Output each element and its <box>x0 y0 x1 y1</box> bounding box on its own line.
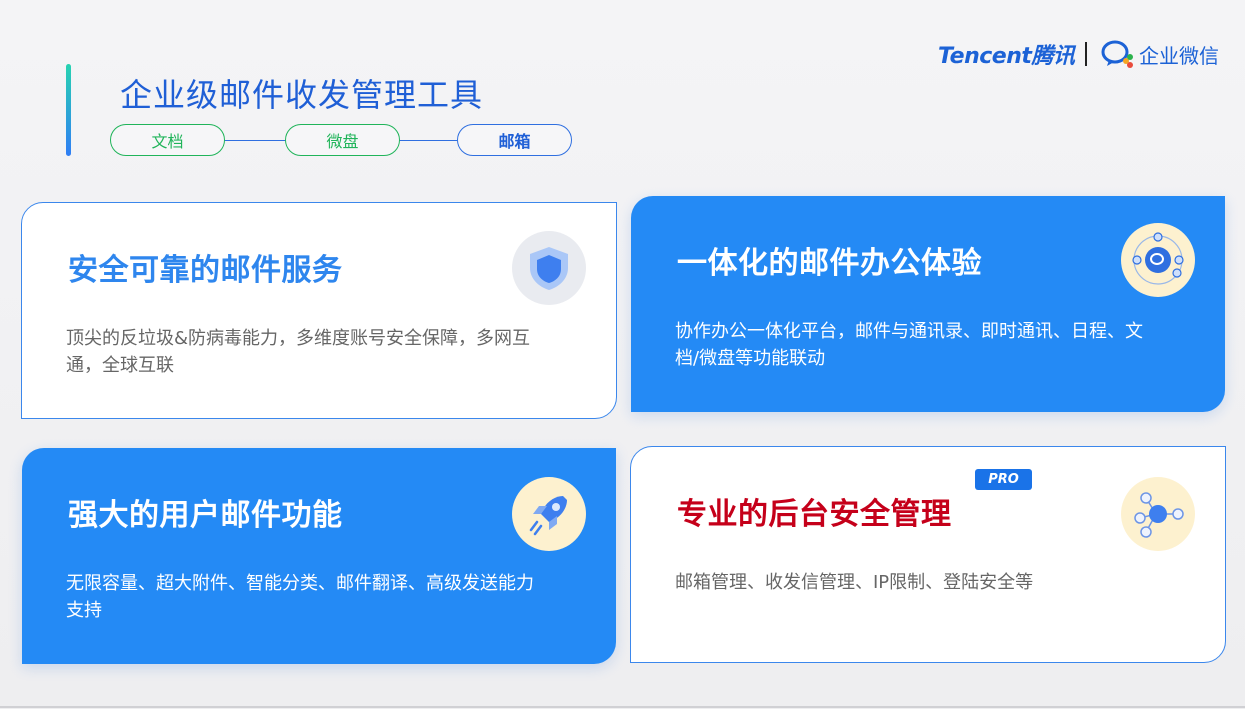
feature-card-admin-security: PRO 专业的后台安全管理 邮箱管理、收发信管理、IP限制、登陆安全等 <box>630 446 1226 663</box>
integration-network-icon <box>1121 223 1195 297</box>
admin-network-icon <box>1121 477 1195 551</box>
pro-badge: PRO <box>975 469 1032 490</box>
feature-card-integrated-office: 一体化的邮件办公体验 协作办公一体化平台，邮件与通讯录、即时通讯、日程、文档/微… <box>631 196 1225 412</box>
card-title: 一体化的邮件办公体验 <box>677 246 982 281</box>
card-title: 强大的用户邮件功能 <box>68 498 343 533</box>
step-connector <box>399 140 457 141</box>
wework-logo: 企业微信 <box>1101 38 1219 70</box>
title-accent-bar <box>66 64 71 156</box>
wework-label: 企业微信 <box>1139 43 1219 68</box>
card-title: 专业的后台安全管理 <box>677 497 952 532</box>
feature-card-secure-mail: 安全可靠的邮件服务 顶尖的反垃圾&防病毒能力，多维度账号安全保障，多网互通，全球… <box>21 202 617 419</box>
step-docs[interactable]: 文档 <box>110 124 225 156</box>
brand-divider <box>1085 42 1087 66</box>
feature-card-user-mail-functions: 强大的用户邮件功能 无限容量、超大附件、智能分类、邮件翻译、高级发送能力支持 <box>22 448 616 664</box>
tencent-logo: Tencent腾讯 <box>938 44 1075 69</box>
page-title: 企业级邮件收发管理工具 <box>120 76 484 114</box>
step-drive[interactable]: 微盘 <box>285 124 400 156</box>
card-description: 无限容量、超大附件、智能分类、邮件翻译、高级发送能力支持 <box>66 573 534 621</box>
step-connector <box>224 140 286 141</box>
card-description: 协作办公一体化平台，邮件与通讯录、即时通讯、日程、文档/微盘等功能联动 <box>675 321 1143 369</box>
card-description: 邮箱管理、收发信管理、IP限制、登陆安全等 <box>675 572 1034 593</box>
step-mailbox[interactable]: 邮箱 <box>457 124 572 156</box>
rocket-icon <box>512 477 586 551</box>
card-description: 顶尖的反垃圾&防病毒能力，多维度账号安全保障，多网互通，全球互联 <box>66 328 531 376</box>
wework-chat-icon <box>1101 40 1133 68</box>
card-title: 安全可靠的邮件服务 <box>68 253 343 288</box>
shield-icon <box>512 231 586 305</box>
bottom-divider <box>0 706 1245 708</box>
